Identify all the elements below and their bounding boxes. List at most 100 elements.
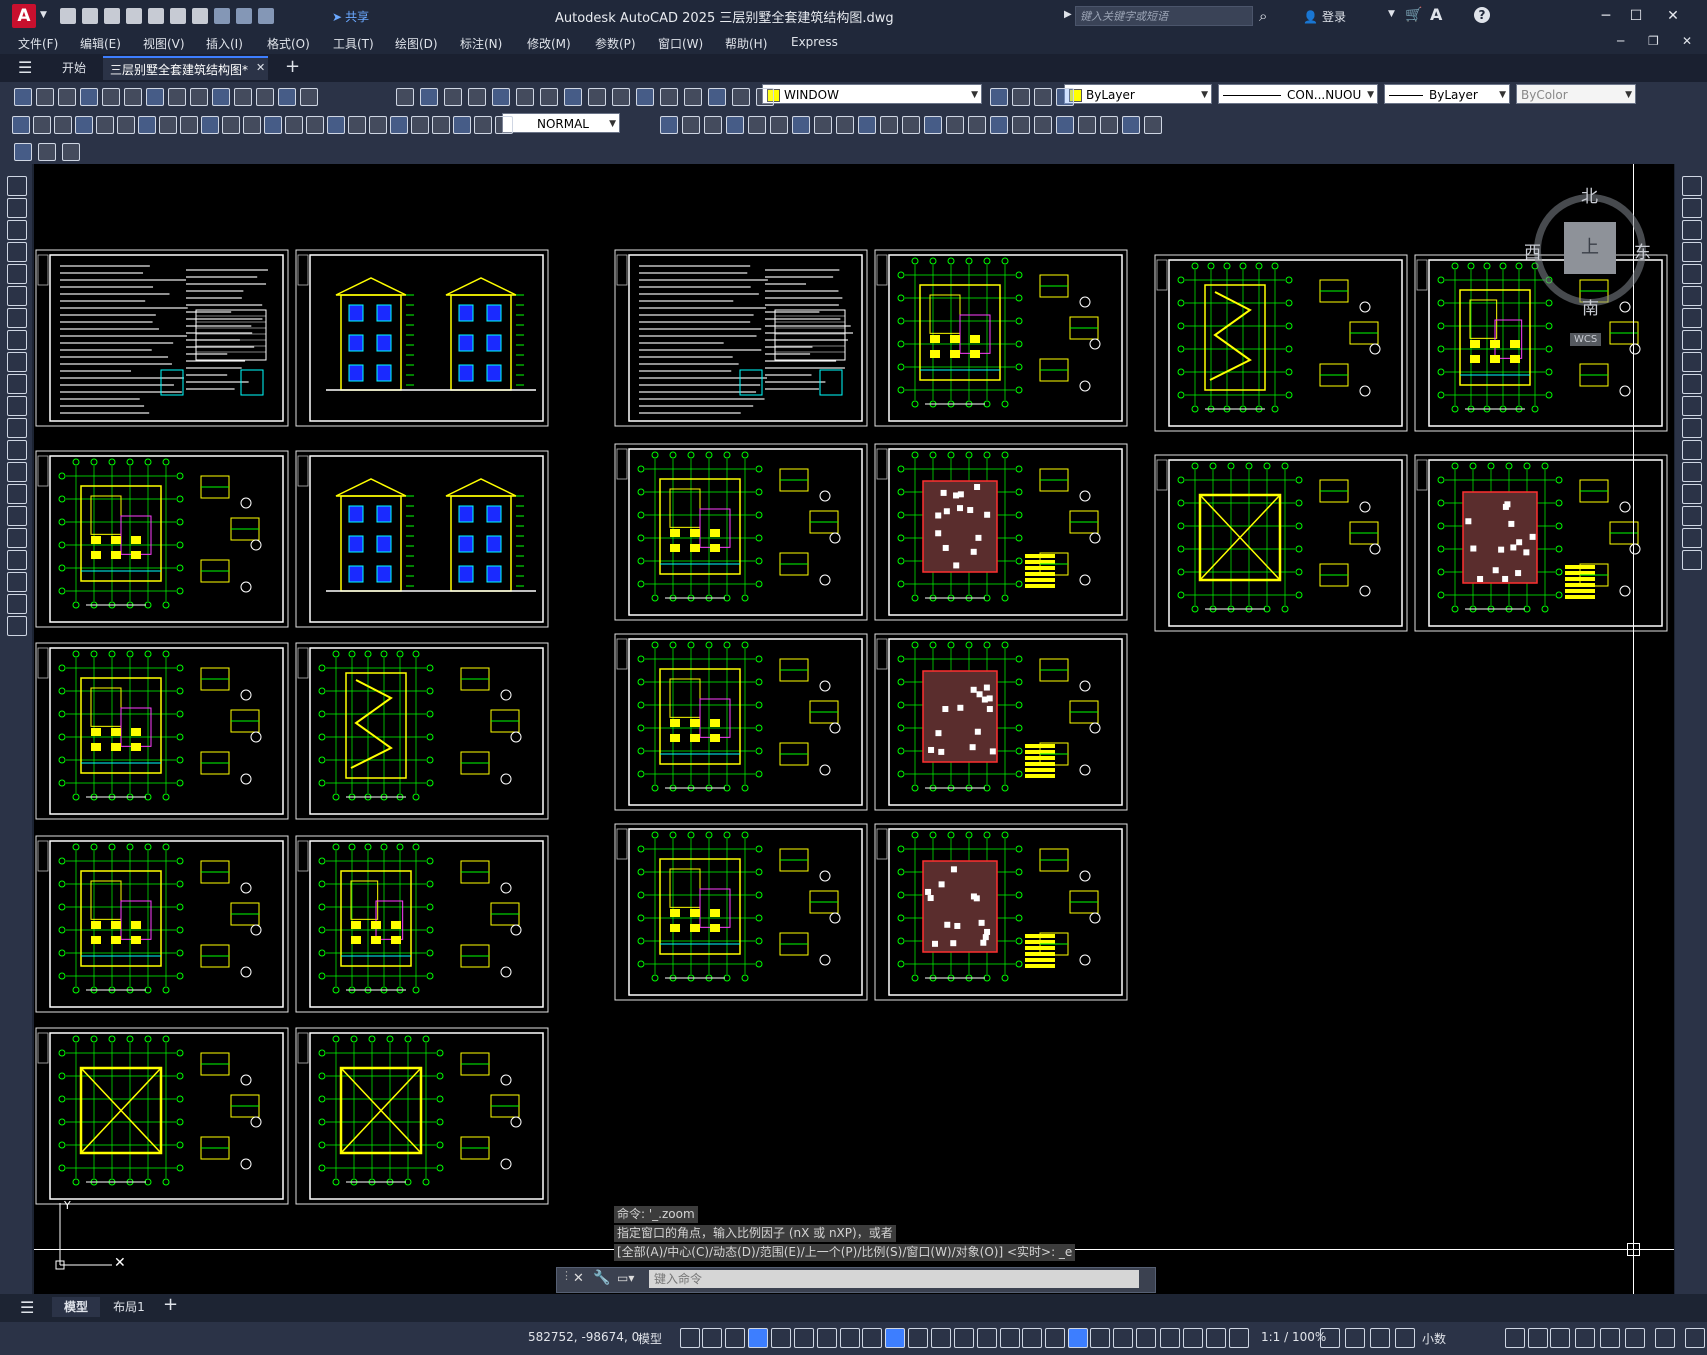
line-icon[interactable] [264,116,282,134]
dyn-input-icon[interactable] [908,1328,928,1348]
save-icon[interactable] [58,88,76,106]
text-icon[interactable] [390,116,408,134]
menu-draw[interactable]: 绘图(D) [395,35,438,52]
lineweight-icon[interactable] [1206,1328,1226,1348]
model-space-toggle[interactable]: 模型 [638,1330,662,1347]
dyn-input-icon[interactable] [1370,1328,1390,1348]
customize-icon[interactable] [1600,1328,1620,1348]
circle-icon[interactable] [726,116,744,134]
copy-icon[interactable] [1682,550,1702,570]
menu-view[interactable]: 视图(V) [143,35,185,52]
annotation-scale[interactable]: 1:1 / 100% [1261,1330,1326,1344]
arc-icon[interactable] [54,116,72,134]
line-icon[interactable] [660,116,678,134]
save-icon[interactable] [1034,88,1052,106]
properties-icon[interactable] [732,88,750,106]
block-icon[interactable] [814,116,832,134]
polyline-icon[interactable] [7,220,27,240]
maximize-button[interactable]: ☐ [1625,6,1647,26]
pan-icon[interactable] [256,88,274,106]
snap-icon[interactable] [702,1328,722,1348]
tab-layout1[interactable]: 布局1 [105,1297,153,1317]
scale-icon[interactable] [222,116,240,134]
ray-icon[interactable] [7,198,27,218]
grid-icon[interactable] [1068,1328,1088,1348]
print-icon[interactable] [80,88,98,106]
new-icon[interactable] [990,88,1008,106]
otrack-icon[interactable] [794,1328,814,1348]
menu-express[interactable]: Express [791,35,838,49]
annotation-icon[interactable] [1395,1328,1415,1348]
break-icon[interactable] [1682,418,1702,438]
menu-modify[interactable]: 修改(M) [527,35,571,52]
hatch-icon[interactable] [369,116,387,134]
move-icon[interactable] [1100,116,1118,134]
recent-commands-icon[interactable]: ▭▾ [617,1271,643,1287]
doc-close-button[interactable]: ✕ [1682,34,1692,48]
line-icon[interactable] [7,176,27,196]
zoom-icon[interactable] [278,88,296,106]
open-icon[interactable] [444,88,462,106]
ray-icon[interactable] [7,616,27,636]
block-icon[interactable] [1078,116,1096,134]
dimension-icon[interactable] [348,116,366,134]
line-icon[interactable] [924,116,942,134]
circle-icon[interactable] [7,308,27,328]
line-icon[interactable] [12,116,30,134]
erase-icon[interactable] [1682,528,1702,548]
save-as-icon[interactable] [126,8,142,24]
isolate-icon[interactable] [977,1328,997,1348]
chevron-down-icon[interactable]: ▼ [1388,9,1395,19]
new-icon[interactable] [14,88,32,106]
open-icon[interactable] [1012,88,1030,106]
close-button[interactable]: ✕ [1662,6,1684,26]
compass-north[interactable]: 北 [1581,182,1598,207]
new-icon[interactable] [420,88,438,106]
layer-icon[interactable] [396,88,414,106]
chevron-right-icon[interactable]: ▶ [1064,9,1072,20]
make-block-icon[interactable] [7,418,27,438]
add-layout-button[interactable]: + [163,1294,178,1315]
line-icon[interactable] [7,594,27,614]
dimstyle-combo[interactable]: NORMAL ▼ [502,113,620,133]
point-icon[interactable] [7,440,27,460]
move-icon[interactable] [432,116,450,134]
paste-icon[interactable] [588,88,606,106]
rotate-icon[interactable] [858,116,876,134]
block-editor-icon[interactable] [14,143,32,161]
plot-icon[interactable] [192,8,208,24]
clean-screen-icon[interactable] [1575,1328,1595,1348]
workspace-icon[interactable] [1505,1328,1525,1348]
compass-west[interactable]: 西 [1524,238,1541,263]
arc-icon[interactable] [7,286,27,306]
offset-icon[interactable] [1682,242,1702,262]
text-icon[interactable] [1056,116,1074,134]
block-icon[interactable] [411,116,429,134]
cloud-icon[interactable] [7,330,27,350]
hardware-icon[interactable] [1550,1328,1570,1348]
compass-south[interactable]: 南 [1582,294,1599,319]
redo-icon[interactable] [234,88,252,106]
drag-handle-icon[interactable]: ⋮ [561,1269,572,1282]
redo-icon[interactable] [236,8,252,24]
menu-format[interactable]: 格式(O) [267,35,310,52]
plotstyle-combo[interactable]: ByColor ▼ [1516,84,1636,104]
open-icon[interactable] [36,88,54,106]
polyline-icon[interactable] [285,116,303,134]
dimension-icon[interactable] [96,116,114,134]
menu-file[interactable]: 文件(F) [18,35,58,52]
pan-icon[interactable] [684,88,702,106]
polar-icon[interactable] [748,1328,768,1348]
move-icon[interactable] [180,116,198,134]
polyline-icon[interactable] [946,116,964,134]
array-icon[interactable] [1682,264,1702,284]
dimension-icon[interactable] [1012,116,1030,134]
extend-icon[interactable] [1682,396,1702,416]
search-icon[interactable]: ⌕ [1259,7,1267,25]
otrack-icon[interactable] [1183,1328,1203,1348]
share-button[interactable]: ➤ 共享 [332,8,369,25]
polygon-icon[interactable] [7,242,27,262]
ortho-icon[interactable] [1113,1328,1133,1348]
preview-icon[interactable] [102,88,120,106]
app-menu-button[interactable]: A [12,4,36,28]
